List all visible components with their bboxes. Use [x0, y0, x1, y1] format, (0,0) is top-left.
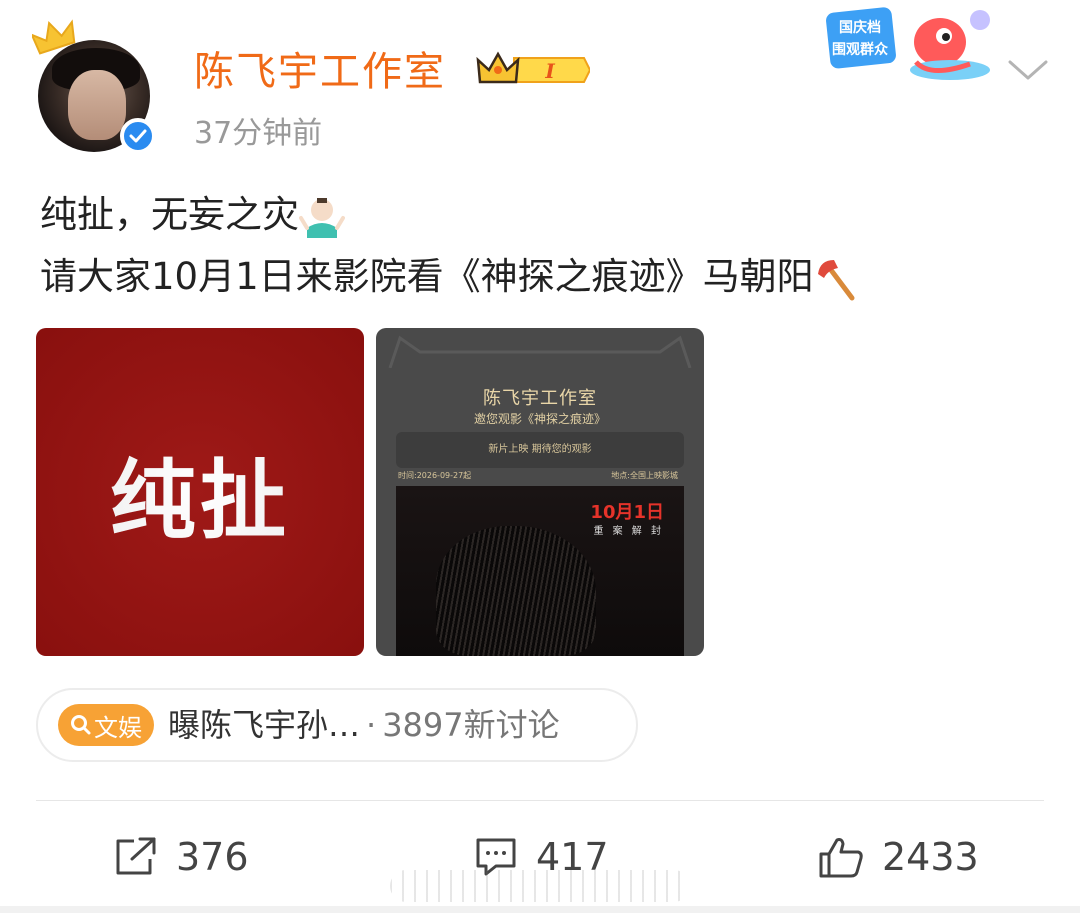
share-button[interactable]: 376 [114, 832, 249, 882]
invite-time: 时间:2026-09-27起 [398, 471, 472, 480]
share-icon [116, 837, 156, 875]
poster-case: 重 案 解 封 [593, 526, 664, 537]
shrug-emoji-icon [299, 197, 345, 238]
like-count: 2433 [882, 835, 979, 879]
post-text-line-1: 纯扯，无妄之灾 [40, 190, 345, 240]
post-text-1: 纯扯，无妄之灾 [40, 193, 299, 236]
topic-tag-label: 文娱 [94, 713, 142, 742]
username[interactable]: 陈飞宇工作室 [194, 46, 446, 98]
topic-separator: · [366, 706, 377, 744]
scroll-indicator [390, 870, 690, 902]
card-separator [0, 906, 1080, 913]
like-button[interactable]: 2433 [818, 832, 979, 882]
invite-line: 邀您观影《神探之痕迹》 [473, 412, 606, 426]
svg-text:围观群众: 围观群众 [832, 41, 888, 58]
cat-ear-frame [388, 335, 692, 368]
post-image-1[interactable]: 纯扯 [36, 328, 364, 656]
topic-text[interactable]: 曝陈飞宇孙… · 3897新讨论 [168, 702, 560, 748]
topic-title: 曝陈飞宇孙… [168, 706, 361, 744]
invite-slogan: 新片上映 期待您的观影 [488, 444, 592, 455]
svg-text:国庆档: 国庆档 [839, 19, 881, 36]
verified-check-icon [120, 118, 156, 154]
post-text-2: 请大家10月1日来影院看《神探之痕迹》马朝阳 [40, 255, 814, 298]
thumbs-up-icon [819, 838, 863, 878]
vip-level: I [544, 59, 555, 83]
divider [36, 800, 1044, 801]
crown-icon [32, 19, 76, 55]
chevron-down-icon[interactable] [1006, 54, 1050, 84]
topic-tag[interactable]: 文娱 [58, 704, 154, 746]
poster-date: 10月1日 [590, 502, 664, 523]
vip-crown-badge-icon[interactable]: I [476, 48, 590, 92]
invite-place: 地点:全国上映影城 [611, 471, 678, 480]
invite-studio: 陈飞宇工作室 [483, 388, 597, 409]
festival-badge-icon[interactable]: 国庆档 围观群众 [820, 2, 1000, 84]
post-image-2[interactable]: 陈飞宇工作室 邀您观影《神探之痕迹》 新片上映 期待您的观影 时间:2026-0… [376, 328, 704, 656]
share-count: 376 [176, 835, 249, 879]
axe-emoji-icon [817, 259, 855, 300]
post-timestamp: 37分钟前 [194, 116, 323, 151]
topic-count: 3897新讨论 [382, 706, 560, 744]
search-icon [71, 715, 91, 735]
post-text-line-2: 请大家10月1日来影院看《神探之痕迹》马朝阳 [40, 252, 860, 302]
